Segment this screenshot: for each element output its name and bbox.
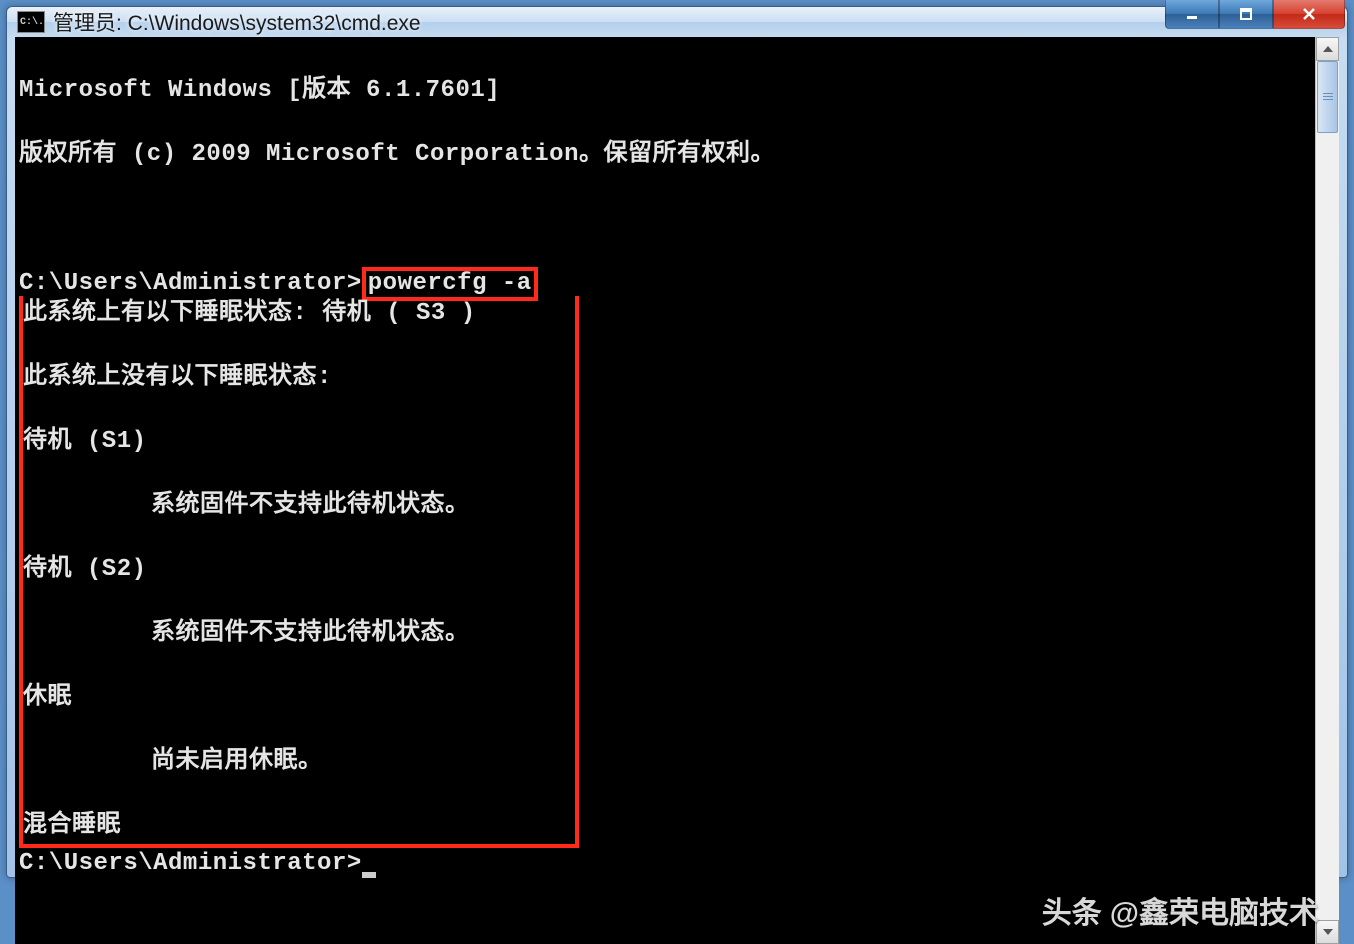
close-icon [1301, 6, 1317, 22]
chevron-down-icon [1323, 929, 1333, 935]
scrollbar-track[interactable] [1316, 61, 1339, 920]
maximize-icon [1239, 7, 1253, 21]
window-title: 管理员: C:\Windows\system32\cmd.exe [53, 7, 1165, 37]
titlebar[interactable]: C:\. 管理员: C:\Windows\system32\cmd.exe [7, 7, 1347, 37]
scroll-up-button[interactable] [1316, 37, 1339, 61]
prompt-line-2: C:\Users\Administrator> [19, 848, 1315, 880]
vertical-scrollbar[interactable] [1315, 37, 1339, 944]
chevron-up-icon [1323, 46, 1333, 52]
prompt-2: C:\Users\Administrator> [19, 850, 362, 877]
close-button[interactable] [1273, 0, 1345, 29]
s1-reason: 系统固件不支持此待机状态。 [23, 490, 569, 522]
cursor [362, 872, 376, 878]
available-states: 此系统上有以下睡眠状态: 待机 ( S3 ) [23, 298, 569, 330]
watermark-text: @鑫荣电脑技术 [1110, 888, 1319, 932]
app-icon-text: C:\. [20, 17, 44, 28]
s1-label: 待机 (S1) [23, 426, 569, 458]
watermark-prefix: 头条 [1042, 888, 1102, 932]
s2-label: 待机 (S2) [23, 554, 569, 586]
copyright-line: 版权所有 (c) 2009 Microsoft Corporation。保留所有… [19, 139, 1315, 171]
blank-line [19, 203, 1315, 235]
output-highlight-box: 此系统上有以下睡眠状态: 待机 ( S3 ) 此系统上没有以下睡眠状态: 待机 … [19, 296, 579, 848]
prompt-1: C:\Users\Administrator> [19, 270, 362, 297]
cmd-window: C:\. 管理员: C:\Windows\system32\cmd.exe Mi… [6, 6, 1348, 878]
version-line: Microsoft Windows [版本 6.1.7601] [19, 75, 1315, 107]
console-output[interactable]: Microsoft Windows [版本 6.1.7601] 版权所有 (c)… [15, 37, 1315, 944]
unavailable-header: 此系统上没有以下睡眠状态: [23, 362, 569, 394]
window-controls [1165, 0, 1345, 29]
minimize-button[interactable] [1165, 0, 1219, 29]
scroll-down-button[interactable] [1316, 920, 1339, 944]
app-icon: C:\. [17, 11, 45, 33]
hibernate-reason: 尚未启用休眠。 [23, 746, 569, 778]
scrollbar-thumb[interactable] [1317, 61, 1338, 133]
client-area: Microsoft Windows [版本 6.1.7601] 版权所有 (c)… [15, 37, 1339, 944]
s2-reason: 系统固件不支持此待机状态。 [23, 618, 569, 650]
hibernate-label: 休眠 [23, 682, 569, 714]
hybrid-label: 混合睡眠 [23, 810, 569, 842]
maximize-button[interactable] [1219, 0, 1273, 29]
minimize-icon [1185, 7, 1199, 21]
watermark: 头条 @鑫荣电脑技术 [1042, 888, 1319, 932]
